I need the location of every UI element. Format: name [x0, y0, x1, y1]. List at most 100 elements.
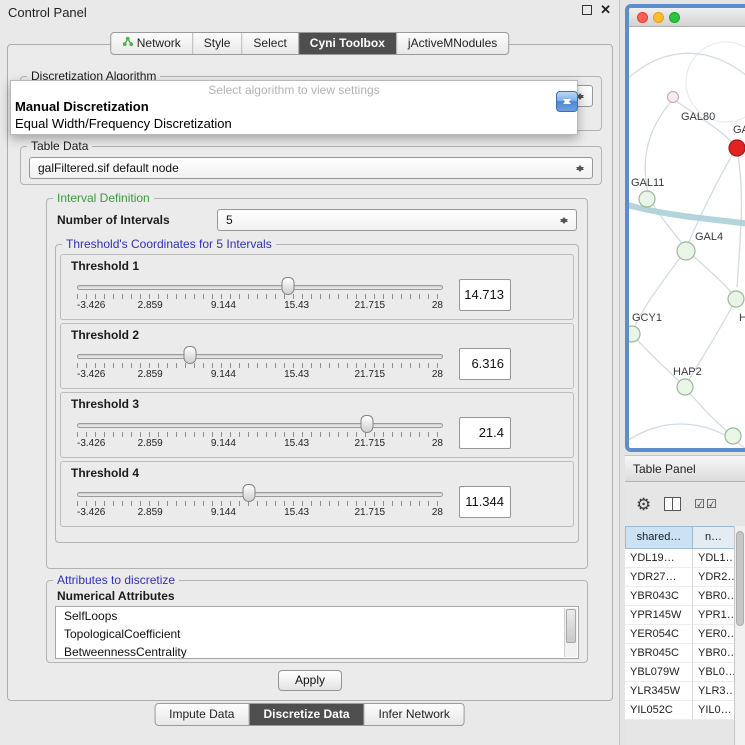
table-scrollbar-thumb[interactable]	[736, 531, 744, 626]
table-cell[interactable]: YBR043C	[625, 587, 693, 606]
table-cell[interactable]: YLR345W	[625, 682, 693, 701]
table-row[interactable]: YDR27… YDR2…	[625, 568, 735, 587]
network-node[interactable]	[668, 92, 679, 103]
table-cell[interactable]: YBL079W	[625, 663, 693, 682]
table-cell[interactable]: YBR0…	[693, 644, 735, 663]
threshold-3-value-field[interactable]: 21.4	[459, 417, 511, 449]
slider-scale: -3.426 2.859 9.144 15.43 21.715 28	[77, 507, 443, 520]
list-item[interactable]: BetweennessCentrality	[56, 643, 578, 659]
slider-track[interactable]	[77, 285, 443, 290]
apply-button[interactable]: Apply	[278, 670, 342, 691]
threshold-4-slider-thumb[interactable]	[242, 484, 255, 502]
table-cell[interactable]: YDL19…	[625, 549, 693, 568]
table-cell[interactable]: YBR0…	[693, 587, 735, 606]
tab-cyni-toolbox[interactable]: Cyni Toolbox	[298, 33, 396, 54]
network-node-selected[interactable]	[729, 140, 745, 156]
table-row[interactable]: YPR145W YPR1…	[625, 606, 735, 625]
algorithm-option-equal-width[interactable]: Equal Width/Frequency Discretization	[11, 115, 577, 132]
algorithm-combo-dropdown-button[interactable]	[556, 91, 578, 112]
list-scrollbar-thumb[interactable]	[566, 609, 576, 643]
node-label: GAL4	[695, 231, 723, 243]
list-item[interactable]: SelfLoops	[56, 607, 578, 625]
scale-label: 28	[432, 300, 443, 311]
slider-ticks	[77, 501, 443, 506]
table-scrollbar[interactable]	[734, 526, 745, 745]
threshold-2-slider[interactable]: -3.426 2.859 9.144 15.43 21.715 28	[75, 342, 445, 386]
table-cell[interactable]: YIL052C	[625, 701, 693, 720]
tab-label: Discretize Data	[263, 704, 349, 725]
tab-impute-data[interactable]: Impute Data	[155, 704, 248, 725]
network-node[interactable]	[639, 191, 655, 207]
table-cell[interactable]: YPR1…	[693, 606, 735, 625]
columns-icon[interactable]	[664, 497, 681, 511]
table-row[interactable]: YIL052C YIL0…	[625, 701, 735, 720]
network-node[interactable]	[629, 326, 640, 342]
number-of-intervals-combo[interactable]: 5	[217, 209, 577, 231]
network-canvas[interactable]: GAL80 GA GAL11 GAL4 GCY1 H HAP2	[629, 27, 745, 448]
table-cell[interactable]: YDL1…	[693, 549, 735, 568]
zoom-button[interactable]	[669, 12, 680, 23]
threshold-panel-2: Threshold 2 -3.426 2.859 9.144 15.43	[60, 323, 574, 389]
threshold-2-value-field[interactable]: 6.316	[459, 348, 511, 380]
scale-label: 21.715	[355, 507, 386, 518]
interval-definition-legend: Interval Definition	[53, 191, 154, 205]
tab-network[interactable]: Network	[111, 33, 192, 54]
network-node[interactable]	[725, 428, 741, 444]
close-button[interactable]	[637, 12, 648, 23]
slider-track[interactable]	[77, 354, 443, 359]
tab-label: jActiveMNodules	[408, 33, 497, 54]
table-cell[interactable]: YBR045C	[625, 644, 693, 663]
threshold-1-slider-thumb[interactable]	[282, 277, 295, 295]
tab-select[interactable]: Select	[241, 33, 297, 54]
table-cell[interactable]: YDR27…	[625, 568, 693, 587]
table-row[interactable]: YER054C YER0…	[625, 625, 735, 644]
slider-track[interactable]	[77, 492, 443, 497]
scale-label: 21.715	[355, 369, 386, 380]
close-icon[interactable]: ✕	[600, 4, 611, 16]
minimize-button[interactable]	[653, 12, 664, 23]
table-row[interactable]: YBL079W YBL0…	[625, 663, 735, 682]
tab-label: Select	[253, 33, 286, 54]
scale-label: -3.426	[77, 369, 105, 380]
number-of-intervals-value: 5	[226, 213, 233, 227]
tab-style[interactable]: Style	[192, 33, 242, 54]
table-cell[interactable]: YER054C	[625, 625, 693, 644]
slider-track[interactable]	[77, 423, 443, 428]
network-node[interactable]	[677, 379, 693, 395]
threshold-2-slider-thumb[interactable]	[183, 346, 196, 364]
table-cell[interactable]: YIL0…	[693, 701, 735, 720]
threshold-4-slider[interactable]: -3.426 2.859 9.144 15.43 21.715 28	[75, 480, 445, 524]
table-data-combo[interactable]: galFiltered.sif default node	[29, 157, 593, 179]
slider-scale: -3.426 2.859 9.144 15.43 21.715 28	[77, 300, 443, 313]
gear-icon[interactable]: ⚙	[636, 496, 651, 513]
algorithm-option-manual[interactable]: Manual Discretization	[11, 98, 577, 115]
threshold-3-slider[interactable]: -3.426 2.859 9.144 15.43 21.715 28	[75, 411, 445, 455]
table-row[interactable]: YBR043C YBR0…	[625, 587, 735, 606]
threshold-4-value-field[interactable]: 11.344	[459, 486, 511, 518]
table-cell[interactable]: YLR3…	[693, 682, 735, 701]
tab-discretize-data[interactable]: Discretize Data	[248, 704, 363, 725]
network-node[interactable]	[728, 291, 744, 307]
select-columns-icon[interactable]: ☑☑	[694, 497, 718, 511]
table-cell[interactable]: YDR2…	[693, 568, 735, 587]
threshold-1-value-field[interactable]: 14.713	[459, 279, 511, 311]
threshold-1-slider[interactable]: -3.426 2.859 9.144 15.43 21.715 28	[75, 273, 445, 317]
float-window-icon[interactable]	[582, 5, 592, 15]
column-header-name[interactable]: n…	[693, 526, 735, 549]
tab-jactivemodules[interactable]: jActiveMNodules	[396, 33, 508, 54]
column-header-shared-name[interactable]: shared…	[625, 526, 693, 549]
table-cell[interactable]: YER0…	[693, 625, 735, 644]
table-cell[interactable]: YBL0…	[693, 663, 735, 682]
table-row[interactable]: YLR345W YLR3…	[625, 682, 735, 701]
threshold-4-label: Threshold 4	[71, 466, 563, 480]
tab-infer-network[interactable]: Infer Network	[364, 704, 464, 725]
list-scrollbar[interactable]	[564, 608, 577, 657]
table-row[interactable]: YBR045C YBR0…	[625, 644, 735, 663]
threshold-3-slider-thumb[interactable]	[361, 415, 374, 433]
table-row[interactable]: YDL19… YDL1…	[625, 549, 735, 568]
network-node[interactable]	[677, 242, 695, 260]
table-cell[interactable]: YPR145W	[625, 606, 693, 625]
algorithm-dropdown-header: Select algorithm to view settings	[11, 83, 577, 98]
list-item[interactable]: TopologicalCoefficient	[56, 625, 578, 643]
node-label: GCY1	[632, 312, 662, 324]
